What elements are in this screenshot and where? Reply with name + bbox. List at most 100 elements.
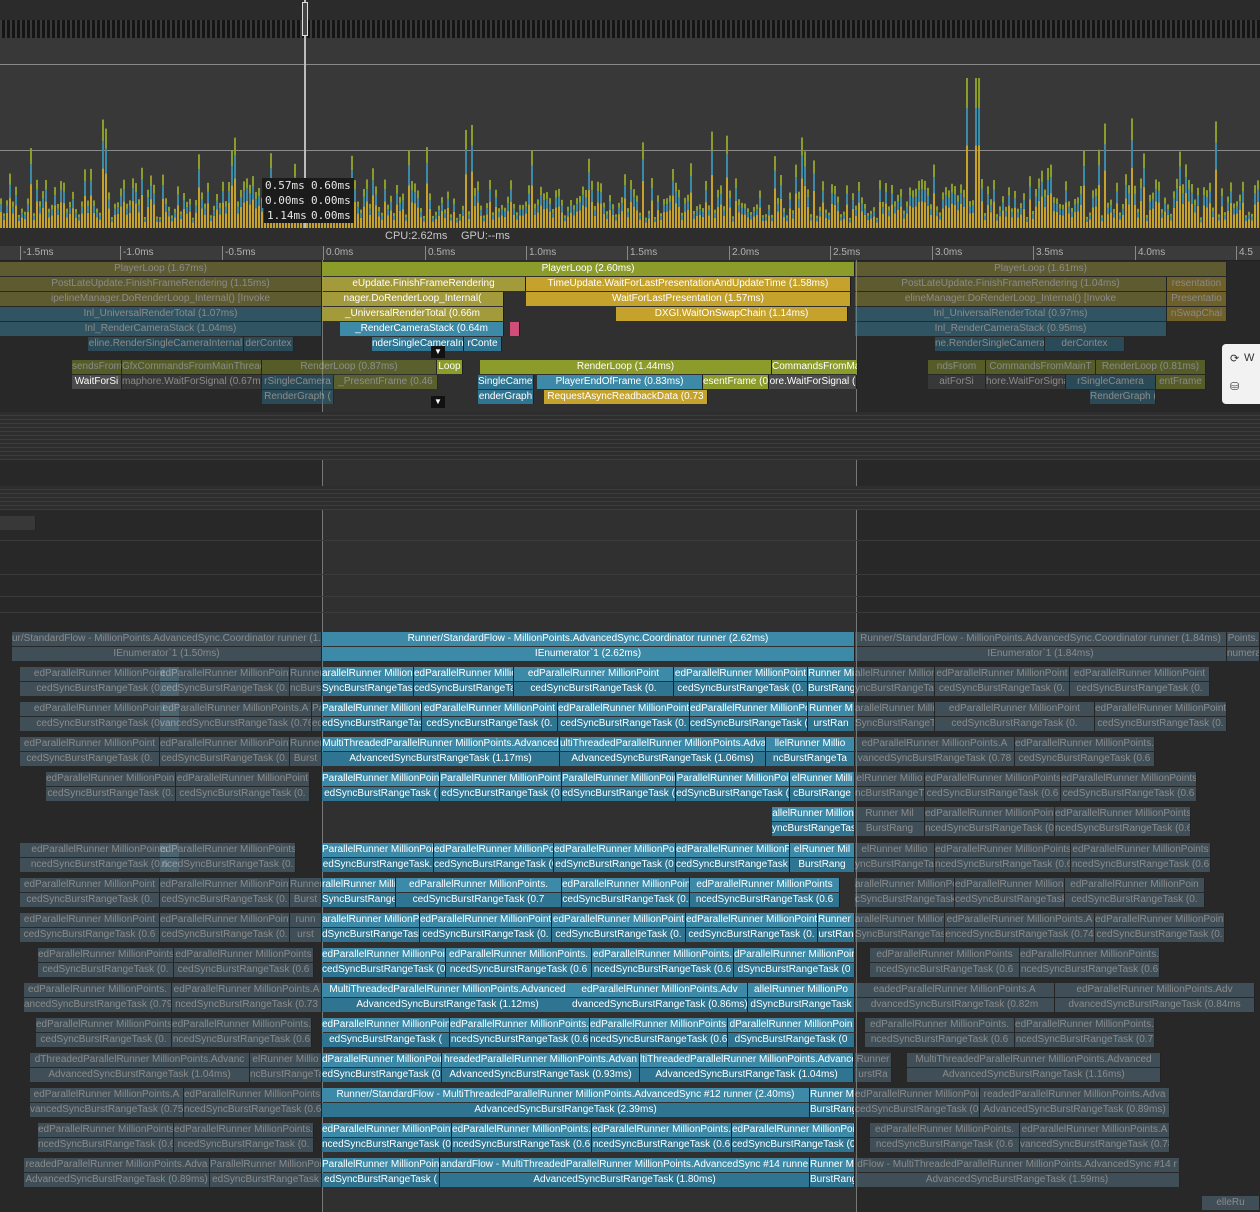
player-loop-block[interactable]: PlayerLoop (1.61ms) <box>855 262 1227 276</box>
parallel-runner-block[interactable]: edParallelRunner MillionPoints. <box>592 948 734 962</box>
burst-range-task-block[interactable]: ncedSyncBurstRangeTask (0.6 <box>690 893 840 907</box>
parallel-runner-block[interactable]: hreadedParallelRunner MillionPoints.Adva… <box>442 1053 640 1067</box>
burst-range-task-block[interactable]: AdvancedSyncBurstRangeTask (1.17ms) <box>322 752 560 766</box>
burst-range-task-block[interactable]: cedSyncBurstRangeTask (0 <box>732 1138 855 1152</box>
parallel-runner-block[interactable]: MultiThreadedParallelRunner MillionPoint… <box>322 737 560 751</box>
render-loop-internal-block[interactable]: nager.DoRenderLoop_Internal( <box>322 292 504 306</box>
parallel-runner-block[interactable]: edParallelRunner MillionPoint <box>420 913 552 927</box>
parallel-runner-block[interactable]: edParallelRunner MillionPoints.A <box>160 702 312 716</box>
burst-range-task-block[interactable]: AdvancedSyncBurstRangeTask (1.16ms) <box>907 1068 1161 1082</box>
coordinator-block[interactable]: Points. <box>1227 632 1260 646</box>
parallel-runner-block[interactable]: Runner Mil <box>855 807 925 821</box>
parallel-runner-block[interactable]: edParallelRunner MillionPoint <box>855 1088 980 1102</box>
parallel-runner-block[interactable]: edParallelRunner MillionPoints. <box>592 1123 732 1137</box>
burst-range-task-block[interactable]: ncedSyncBurstRangeTask (0.6 <box>592 1138 732 1152</box>
parallel-runner-block[interactable]: edParallelRunner MillionPoint <box>414 667 514 681</box>
parallel-runner-block[interactable]: arallelRunner MillionPc <box>322 913 420 927</box>
parallel-runner-block[interactable]: readedParallelRunner MillionPoints.Adva <box>980 1088 1170 1102</box>
burst-range-task-block[interactable]: ncedSyncBurstRangeTask (0. <box>160 858 296 872</box>
parallel-runner-block[interactable]: edParallelRunner MillionPoints.A <box>855 737 1015 751</box>
parallel-runner-block[interactable]: edParallelRunner MillionPoints <box>935 843 1071 857</box>
parallel-runner-block[interactable]: edParallelRunner MillionPoint <box>1095 913 1225 927</box>
burst-range-task-block[interactable]: cedSyncBurstRangeTask (0. <box>414 682 514 696</box>
render-graph-block[interactable]: enderGraph <box>478 390 534 404</box>
parallel-runner-block[interactable]: elRunner Millio <box>250 1053 322 1067</box>
universal-render-block[interactable]: Inl_UniversalRenderTotal (0.97ms) <box>855 307 1167 321</box>
burst-range-task-block[interactable]: ncedSyncBurstRangeTask (0.6 <box>38 1138 174 1152</box>
parallel-runner-block[interactable]: edParallelRunner MillionPoint <box>20 702 180 716</box>
burst-range-task-block[interactable]: cSyncBurstRangeTask <box>855 893 955 907</box>
frame-strip[interactable] <box>0 20 1260 38</box>
burst-range-task-block[interactable]: edSyncBurstRangeTask <box>210 1173 322 1187</box>
parallel-runner-block[interactable]: ParallelRunner MillionPoi <box>322 843 434 857</box>
parallel-runner-block[interactable]: MultiThreadedParallelRunner MillionPoint… <box>907 1053 1161 1067</box>
burst-range-task-block[interactable]: AdvancedSyncBurstRangeTask (0.93ms) <box>442 1068 640 1082</box>
burst-range-task-block[interactable]: ncBurst <box>290 682 322 696</box>
wait-signal-block[interactable]: maphore.WaitForSignal (0.67ms <box>122 375 262 389</box>
coordinator-block[interactable]: Runner/StandardFlow - MillionPoints.Adva… <box>855 632 1227 646</box>
burst-range-task-block[interactable]: edSyncBurstRangeTask. <box>322 858 434 872</box>
enumerator-block[interactable]: IEnumerator`1 (1.84ms) <box>855 647 1227 661</box>
burst-range-task-block[interactable]: cedSyncBurstRangeTask (0. <box>674 682 808 696</box>
parallel-runner-block[interactable]: edParallelRunner MillionPoint <box>434 843 554 857</box>
burst-range-task-block[interactable]: AdvancedSyncBurstRangeTask (1.04ms) <box>30 1068 250 1082</box>
parallel-runner-block[interactable]: edParallelRunner MillionPoints. <box>1015 737 1155 751</box>
burst-range-task-block[interactable]: cedSyncBurstRangeTask (0. <box>1095 928 1225 942</box>
burst-range-task-block[interactable]: cedSyncBurstRangeTask (0. <box>935 682 1070 696</box>
burst-range-task-block[interactable]: urstRan <box>818 928 855 942</box>
parallel-runner-block[interactable]: allelRunner MillionPo <box>748 983 855 997</box>
burst-range-task-block[interactable]: edSyncBurstRangeTask ( <box>322 1033 450 1047</box>
present-frame-block[interactable]: entFrame <box>1156 375 1206 389</box>
parallel-runner-block[interactable]: dFlow - MultiThreadedParallelRunner Mill… <box>855 1158 1180 1172</box>
parallel-runner-block[interactable]: edParallelRunner MillionPoint <box>562 878 690 892</box>
render-camera-block[interactable]: nderSingleCameraIn <box>372 337 464 351</box>
coordinator-block[interactable]: Runner/StandardFlow - MillionPoints.Adva… <box>322 632 855 646</box>
burst-range-task-block[interactable]: cedSyncBurstRangeTask (0. <box>420 928 552 942</box>
parallel-runner-block[interactable]: rallelRunner MillionPo <box>322 878 396 892</box>
parallel-runner-block[interactable]: edParallelRunner MillionPoin <box>322 948 446 962</box>
burst-range-task-block[interactable]: ncedSyncBurstRangeTask (0.6 <box>452 1138 592 1152</box>
parallel-runner-block[interactable]: arallelRunner MillionPo <box>855 702 935 716</box>
burst-range-task-block[interactable]: ncedSyncBurstRangeTask (0.6 <box>592 963 734 977</box>
parallel-runner-block[interactable]: edParallelRunner MillionPoints. <box>174 1123 314 1137</box>
burst-range-task-block[interactable]: Burst <box>290 893 322 907</box>
parallel-runner-block[interactable]: Runner M <box>808 702 855 716</box>
burst-range-task-block[interactable]: cedSyncBurstRangeTask (0. <box>434 858 554 872</box>
burst-range-task-block[interactable]: cedSyncBurstRangeTask (0. <box>38 963 174 977</box>
parallel-runner-block[interactable]: edParallelRunner MillionPoint <box>690 702 808 716</box>
render-context-block[interactable]: rConte <box>464 337 502 351</box>
burst-range-task-block[interactable]: edSyncBurstRangeTask ( <box>322 787 440 801</box>
parallel-runner-block[interactable]: ParallelRunner MillionPoi <box>676 772 790 786</box>
parallel-runner-block[interactable]: ParallelRunner MillionPoin <box>322 1158 440 1172</box>
parallel-runner-block[interactable]: edParallelRunner MillionPoints. <box>172 1018 312 1032</box>
burst-range-task-block[interactable]: dSyncBurstRangeTask <box>748 998 855 1012</box>
parallel-runner-block[interactable]: edParallelRunner MillionPoint <box>20 878 160 892</box>
parallel-runner-block[interactable]: ParallelRunner MillionPoi <box>210 1158 322 1172</box>
parallel-runner-block[interactable]: edParallelRunner MillionPoints.A <box>1020 1123 1170 1137</box>
parallel-runner-block[interactable]: elRunner Mil <box>790 843 855 857</box>
parallel-runner-block[interactable]: edParallelRunner MillionPoints. <box>590 1018 728 1032</box>
parallel-runner-block[interactable]: arallelRunner MillionPa <box>855 913 945 927</box>
parallel-runner-block[interactable]: arallelRunner MillionP <box>322 667 414 681</box>
burst-range-task-block[interactable]: cedSyncBurstRangeTask (0. <box>20 682 180 696</box>
burst-range-task-block[interactable]: ncedSyncBurstRangeTask (0.6 <box>20 858 180 872</box>
parallel-runner-block[interactable]: edParallelRunner MillionPoint <box>1070 667 1210 681</box>
burst-range-task-block[interactable]: SyncBurstRangeTask <box>322 682 414 696</box>
burst-range-task-block[interactable]: edSyncBurstRangeTask (0 <box>554 858 676 872</box>
parallel-runner-block[interactable]: arallelRunner MillionPoi <box>855 878 955 892</box>
parallel-runner-block[interactable]: edParallelRunner MillionPoint <box>160 737 290 751</box>
parallel-runner-block[interactable]: edParallelRunner MillionPoints. <box>396 878 562 892</box>
parallel-runner-block[interactable]: edParallelRunner MillionPoints.A <box>30 1088 184 1102</box>
burst-range-task-block[interactable]: cedSyncBurstRangeTask (0. <box>558 717 690 731</box>
burst-range-task-block[interactable]: AdvancedSyncBurstRangeTask (0.89ms) <box>980 1103 1170 1117</box>
wait-last-presentation-block[interactable]: WaitForLastPresentation (1.57ms) <box>526 292 851 306</box>
burst-range-task-block[interactable]: cedSyncBurstRangeTask (0. <box>955 893 1065 907</box>
burst-range-task-block[interactable]: dSyncBurstRangeTask (0 <box>728 1033 855 1047</box>
burst-range-task-block[interactable]: cedSyncBurstRangeTask (0. <box>935 717 1095 731</box>
burst-range-task-block[interactable]: ncedSyncBurstRangeTask (0.7 <box>1015 1033 1155 1047</box>
burst-range-task-block[interactable]: ncedSyncBurstRangeTask (0.6 <box>1055 822 1191 836</box>
parallel-runner-block[interactable]: edParallelRunner MillionPoints. <box>865 1018 1015 1032</box>
parallel-runner-block[interactable]: edParallelRunner MillionPoints. <box>452 1123 592 1137</box>
parallel-runner-block[interactable]: llelRunner Millio <box>766 737 855 751</box>
parallel-runner-block[interactable]: edParallelRunner MillionPoints. <box>1015 1018 1155 1032</box>
